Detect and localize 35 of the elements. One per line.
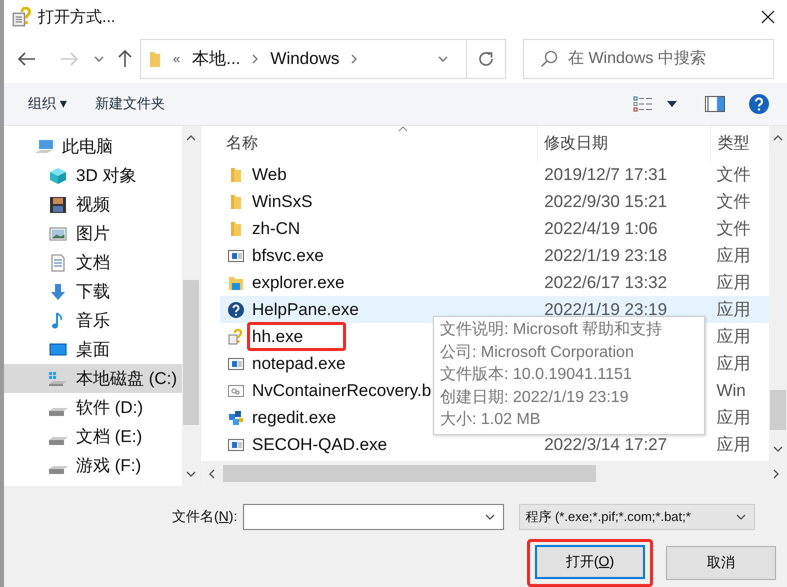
file-type: 应用	[716, 407, 750, 430]
file-name: WinSxS	[251, 191, 314, 214]
modified-date: 2022/1/19 23:18	[544, 246, 668, 266]
file-name: notepad.exe	[251, 353, 347, 376]
file-type: 文件	[716, 164, 750, 186]
file-type: 文件	[716, 191, 750, 214]
file-type: 文件	[716, 218, 750, 240]
file-type: 应用	[716, 353, 750, 376]
window-title: 打开方式...	[38, 8, 116, 28]
file-type: 应用	[716, 272, 750, 294]
tooltip-line: 文件版本: 10.0.19041.1151	[440, 364, 633, 386]
file-type: 应用	[716, 434, 750, 456]
modified-date: 2022/1/19 23:19	[544, 300, 668, 320]
file-name: regedit.exe	[251, 407, 338, 430]
file-name: bfsvc.exe	[251, 245, 325, 268]
file-name: SECOH-QAD.exe	[251, 434, 388, 456]
modified-date: 2022/6/17 13:32	[544, 272, 668, 293]
file-name: NvContainerRecovery.b	[251, 380, 432, 402]
tooltip-line: 公司: Microsoft Corporation	[440, 342, 635, 363]
file-type: Win	[716, 380, 746, 401]
file-type: 应用	[716, 326, 750, 348]
file-type: 应用	[716, 299, 750, 322]
file-name: explorer.exe	[251, 272, 346, 294]
tooltip-line: 创建日期: 2022/1/19 23:19	[440, 388, 630, 408]
file-name: zh-CN	[251, 218, 302, 240]
filename-label: 文件名(N):	[172, 508, 238, 526]
file-name: Web	[251, 164, 288, 186]
modified-date: 2022/4/19 1:06	[544, 218, 658, 239]
modified-date: 2022/3/14 17:27	[544, 434, 668, 455]
file-name: HelpPane.exe	[251, 299, 360, 322]
modified-date: 2019/12/7 17:31	[544, 164, 668, 185]
tooltip-line: 大小: 1.02 MB	[440, 410, 542, 430]
file-name: hh.exe	[247, 322, 346, 352]
file-type: 应用	[716, 245, 750, 268]
modified-date: 2022/9/30 15:21	[544, 192, 668, 212]
